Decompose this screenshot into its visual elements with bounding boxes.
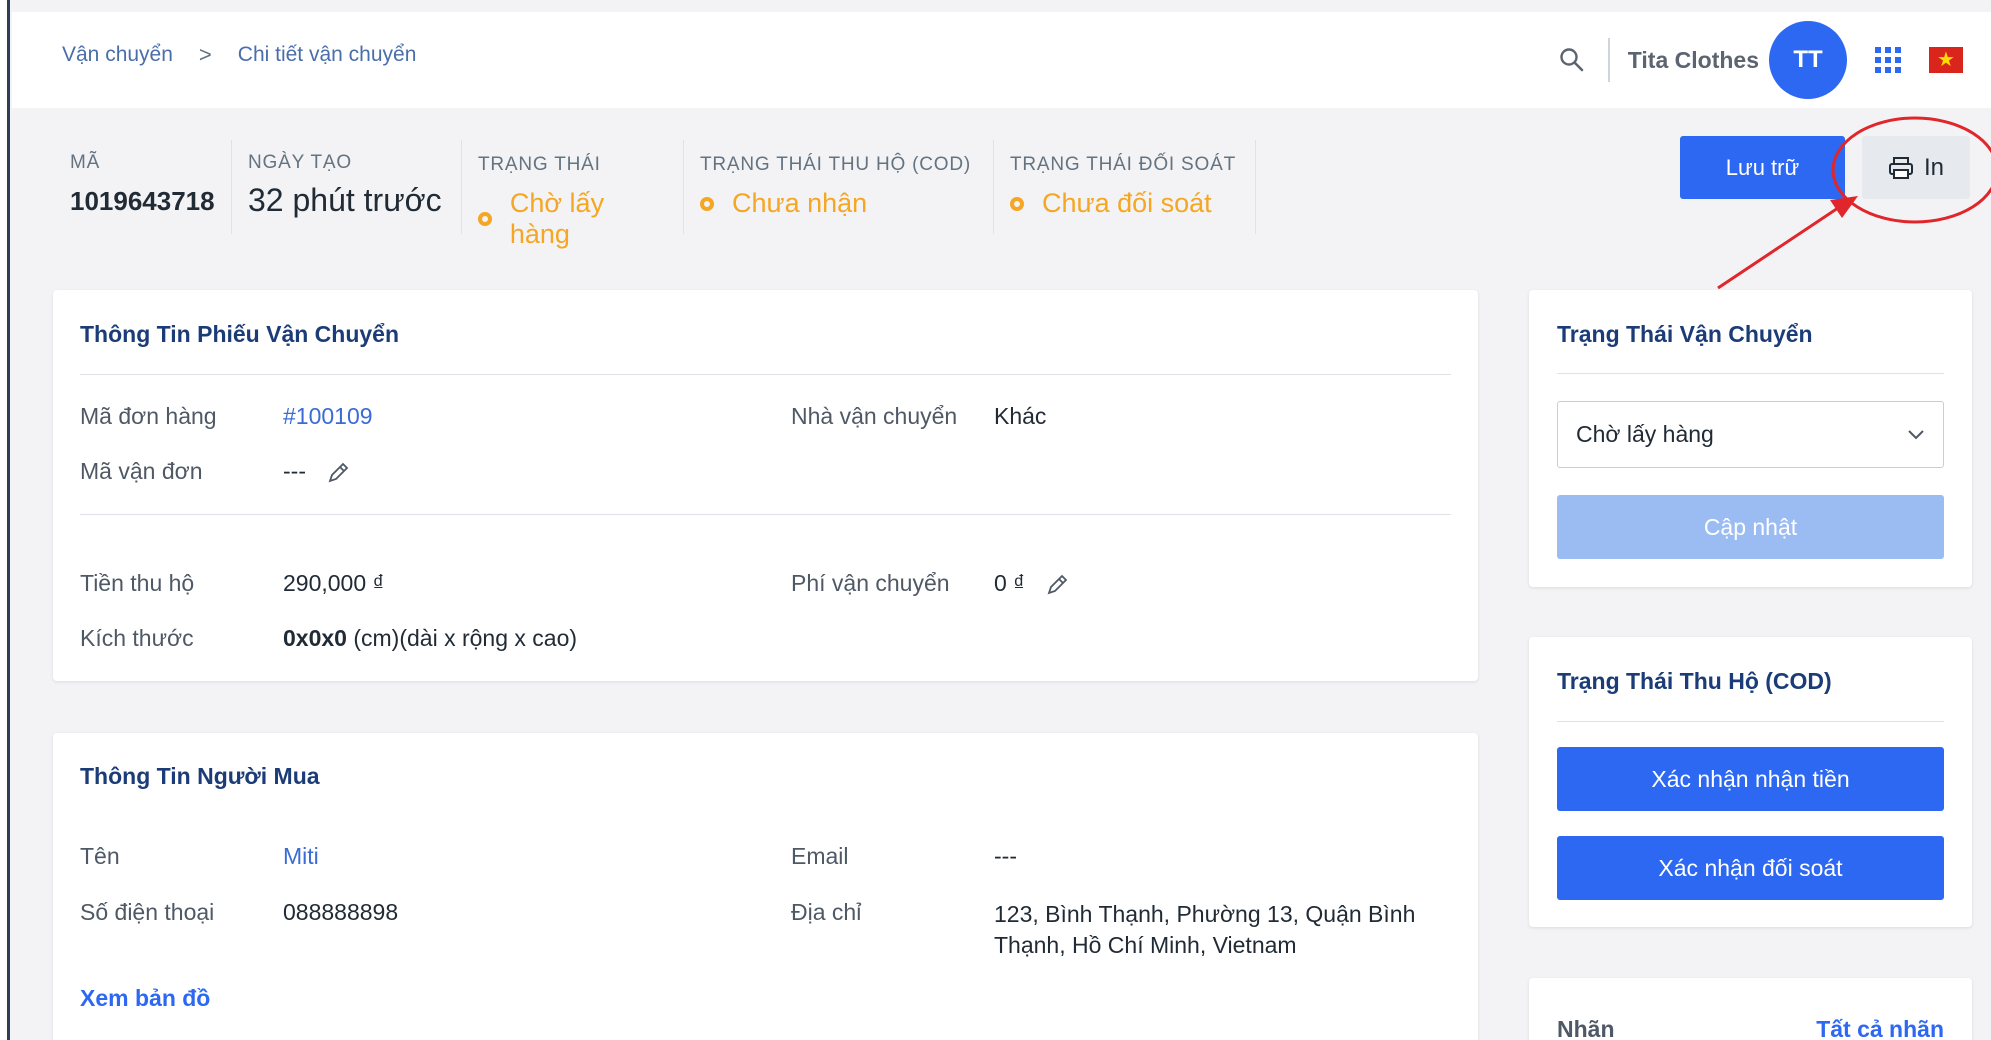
- summary-code: MÃ 1019643718: [50, 140, 232, 234]
- tags-title: Nhãn: [1557, 1016, 1615, 1040]
- edit-fee-pencil-icon[interactable]: [1045, 573, 1069, 597]
- reconcile-dot-icon: [1010, 196, 1024, 211]
- annotation-arrow-head: [1830, 196, 1858, 218]
- summary-reconcile: TRẠNG THÁI ĐỐI SOÁT Chưa đối soát: [994, 140, 1256, 234]
- tracking-value: ---: [283, 458, 306, 484]
- archive-button[interactable]: Lưu trữ: [1680, 136, 1845, 199]
- left-edge-bar: [0, 0, 10, 1040]
- shipping-status-card: Trạng Thái Vận Chuyển Chờ lấy hàng Cập n…: [1529, 290, 1972, 587]
- edit-tracking-pencil-icon[interactable]: [326, 461, 350, 485]
- buyer-name-link[interactable]: Miti: [283, 843, 319, 870]
- header-divider: [1607, 38, 1610, 82]
- buyer-address-label: Địa chỉ: [791, 899, 862, 925]
- update-status-button[interactable]: Cập nhật: [1557, 495, 1944, 559]
- view-map-link[interactable]: Xem bản đồ: [80, 985, 210, 1012]
- buyer-info-card: Thông Tin Người Mua Tên Miti Email --- S…: [53, 733, 1478, 1040]
- reconcile-value-row: Chưa đối soát: [1010, 188, 1239, 219]
- shipping-status-select[interactable]: Chờ lấy hàng: [1557, 401, 1944, 468]
- confirm-received-button[interactable]: Xác nhận nhận tiền: [1557, 747, 1944, 811]
- cod-status-card: Trạng Thái Thu Hộ (COD) Xác nhận nhận ti…: [1529, 637, 1972, 927]
- cod-status-divider: [1557, 721, 1944, 722]
- shipment-divider-top: [80, 374, 1451, 375]
- created-label: NGÀY TẠO: [248, 152, 352, 173]
- cod-status-title: Trạng Thái Thu Hộ (COD): [1557, 668, 1832, 694]
- search-icon[interactable]: [1558, 46, 1586, 74]
- code-value: 1019643718: [70, 186, 215, 216]
- breadcrumb-shipping-detail[interactable]: Chi tiết vận chuyển: [238, 43, 417, 67]
- address-line-1: 123, Bình Thạnh, Phường 13, Quận Bình: [994, 901, 1416, 927]
- status-label: TRẠNG THÁI: [478, 154, 601, 175]
- avatar[interactable]: TT: [1769, 21, 1847, 99]
- shipping-status-selected: Chờ lấy hàng: [1576, 421, 1714, 447]
- buyer-email-value: ---: [994, 843, 1017, 869]
- cod-label: TRẠNG THÁI THU HỘ (COD): [700, 154, 972, 175]
- buyer-card-title: Thông Tin Người Mua: [80, 763, 320, 789]
- size-label: Kích thước: [80, 625, 194, 651]
- breadcrumb-separator: >: [198, 42, 212, 67]
- breadcrumb-shipping[interactable]: Vận chuyển: [62, 43, 173, 67]
- chevron-down-icon: [1908, 429, 1924, 439]
- shipment-card-title: Thông Tin Phiếu Vận Chuyển: [80, 321, 400, 347]
- shipment-divider-mid: [80, 514, 1451, 515]
- reconcile-value: Chưa đối soát: [1042, 188, 1212, 218]
- address-line-2: Thạnh, Hồ Chí Minh, Vietnam: [994, 932, 1297, 958]
- print-label: In: [1923, 153, 1944, 181]
- annotation-arrow-line: [1717, 206, 1839, 290]
- cod-amount-value: 290,000 ₫: [283, 570, 385, 596]
- shipping-status-divider: [1557, 373, 1944, 374]
- shipping-fee-row: 0 ₫: [994, 570, 1069, 597]
- cod-amount-label: Tiền thu hộ: [80, 570, 195, 596]
- status-dot-icon: [478, 212, 492, 226]
- printer-icon: [1888, 156, 1913, 179]
- cod-value: Chưa nhận: [732, 188, 868, 218]
- shipping-fee-label: Phí vận chuyển: [791, 570, 950, 596]
- buyer-phone-value: 088888898: [283, 899, 399, 925]
- print-button[interactable]: In: [1862, 136, 1970, 199]
- top-bar: Vận chuyển > Chi tiết vận chuyển Tita Cl…: [12, 12, 1991, 108]
- cod-value-row: Chưa nhận: [700, 188, 977, 219]
- order-code-link[interactable]: #100109: [283, 403, 373, 430]
- buyer-address-value: 123, Bình Thạnh, Phường 13, Quận Bình Th…: [994, 899, 1415, 961]
- tags-card: Nhãn Tất cả nhãn: [1529, 978, 1972, 1040]
- size-row: 0x0x0 (cm)(dài x rộng x cao): [283, 625, 577, 652]
- breadcrumb: Vận chuyển > Chi tiết vận chuyển: [62, 42, 416, 68]
- status-value: Chờ lấy hàng: [509, 188, 605, 249]
- cod-dot-icon: [700, 196, 714, 211]
- order-code-label: Mã đơn hàng: [80, 403, 217, 429]
- tracking-row: ---: [283, 458, 350, 485]
- buyer-name-label: Tên: [80, 843, 120, 869]
- confirm-reconcile-button[interactable]: Xác nhận đối soát: [1557, 836, 1944, 900]
- summary-cod: TRẠNG THÁI THU HỘ (COD) Chưa nhận: [684, 140, 994, 234]
- reconcile-label: TRẠNG THÁI ĐỐI SOÁT: [1010, 154, 1236, 175]
- code-label: MÃ: [70, 152, 101, 173]
- shipping-status-title: Trạng Thái Vận Chuyển: [1557, 321, 1813, 347]
- header-right: Tita Clothes TT ★: [1558, 12, 1963, 108]
- vietnam-flag-icon[interactable]: ★: [1929, 47, 1963, 73]
- all-tags-link[interactable]: Tất cả nhãn: [1816, 1016, 1944, 1040]
- size-value: 0x0x0: [283, 625, 347, 651]
- size-unit: (cm)(dài x rộng x cao): [353, 625, 578, 651]
- shipping-fee-value: 0 ₫: [994, 570, 1025, 596]
- apps-grid-icon[interactable]: [1873, 45, 1903, 75]
- shop-name[interactable]: Tita Clothes: [1628, 47, 1759, 74]
- buyer-email-label: Email: [791, 843, 849, 869]
- tracking-label: Mã vận đơn: [80, 458, 203, 484]
- summary-status: TRẠNG THÁI Chờ lấy hàng: [462, 140, 684, 249]
- status-value-row: Chờ lấy hàng: [478, 188, 667, 250]
- shipment-summary: MÃ 1019643718 NGÀY TẠO 32 phút trước TRẠ…: [50, 140, 1256, 249]
- buyer-phone-label: Số điện thoại: [80, 899, 215, 925]
- summary-created: NGÀY TẠO 32 phút trước: [232, 140, 462, 234]
- carrier-value: Khác: [994, 403, 1047, 429]
- shipment-info-card: Thông Tin Phiếu Vận Chuyển Mã đơn hàng #…: [53, 290, 1478, 681]
- carrier-label: Nhà vận chuyển: [791, 403, 958, 429]
- created-value: 32 phút trước: [248, 182, 442, 218]
